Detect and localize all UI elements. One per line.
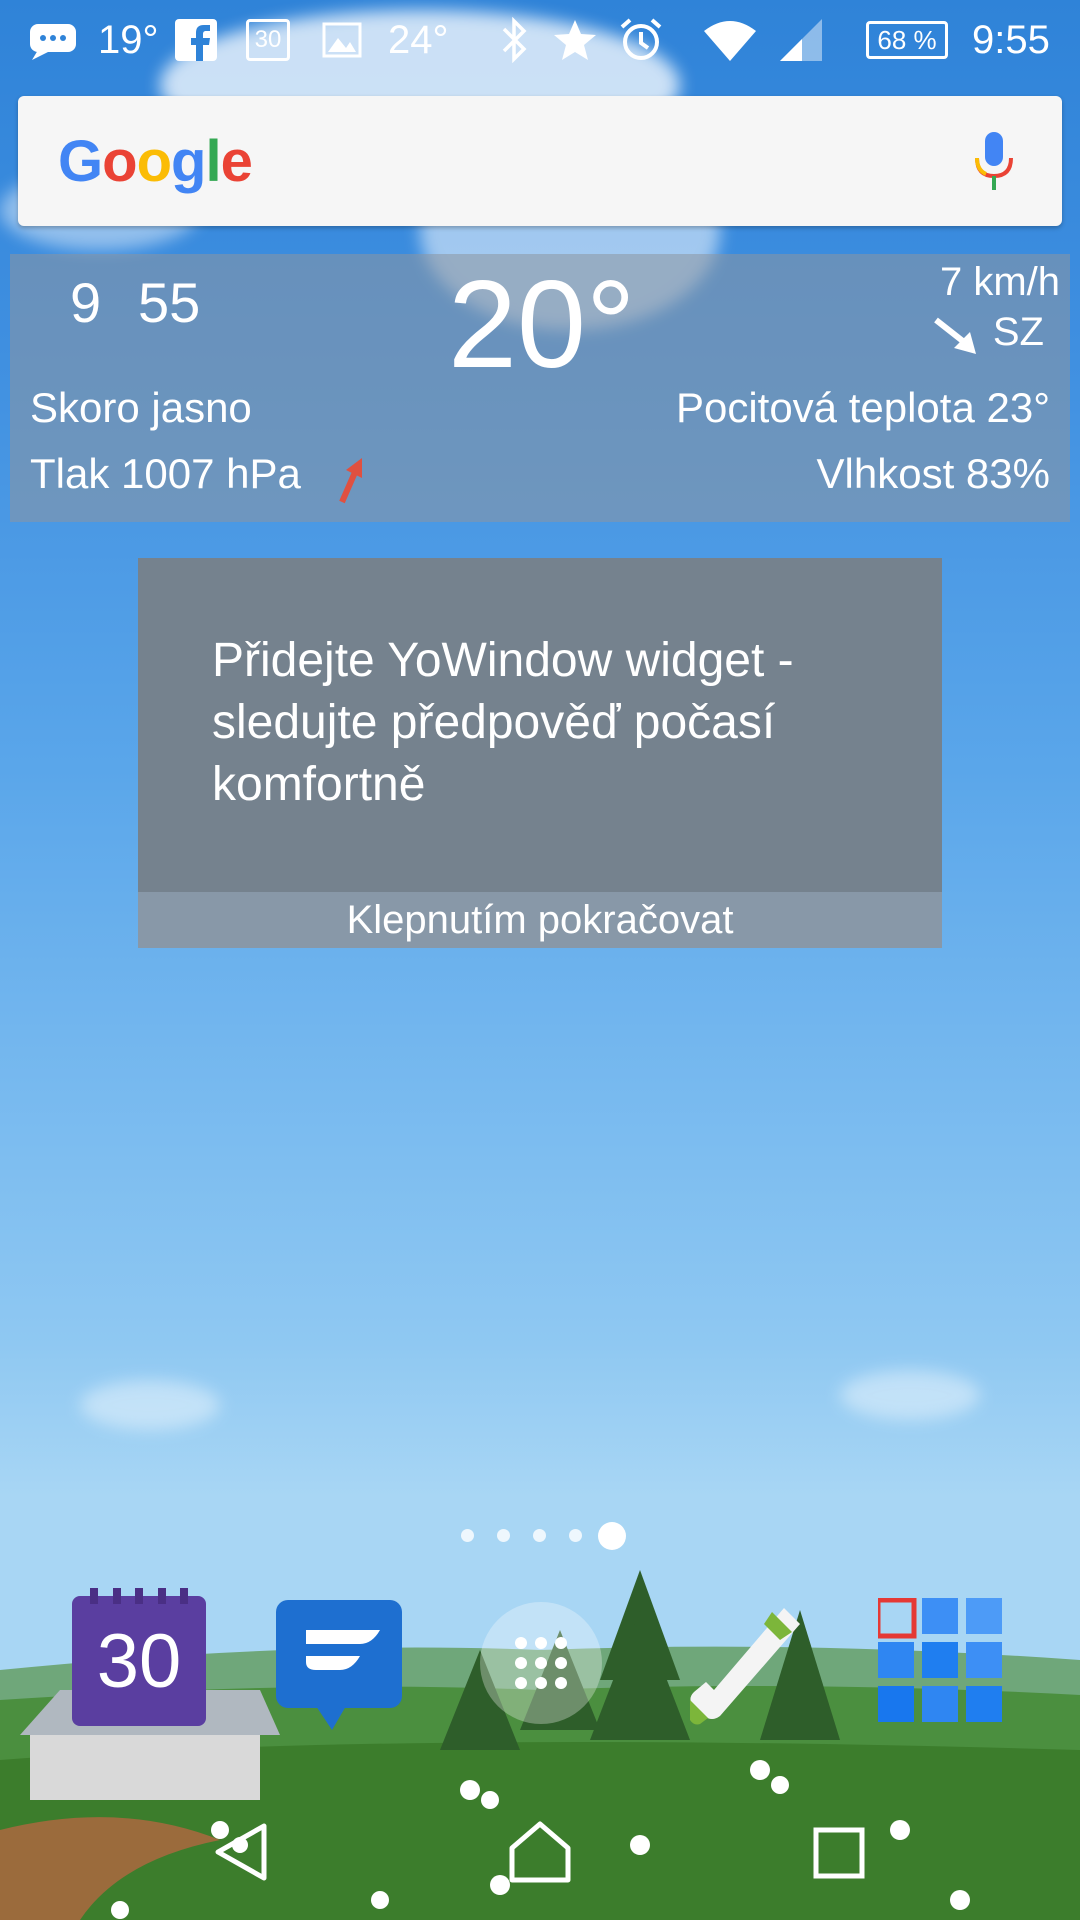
promo-message: Přidejte YoWindow widget - sledujte před… [212,634,794,811]
feels-like: Pocitová teplota 23° [675,384,1050,431]
bluetooth-icon [500,14,530,66]
calendar-day: 30 [246,19,290,61]
star-icon [552,14,598,66]
wind-arrow-icon [932,316,978,361]
pressure-trend-icon [336,456,366,509]
wind-direction: SZ [992,310,1044,354]
cloud [80,1380,220,1430]
wind-speed: 7 km/h [939,260,1060,304]
temp-left: 19° [98,17,159,62]
page-dot-active[interactable] [598,1522,626,1550]
page-dot[interactable] [497,1529,510,1542]
album-app-icon[interactable] [875,1597,1008,1733]
continue-button[interactable]: Klepnutím pokračovat [138,892,942,948]
page-dot[interactable] [569,1529,582,1542]
cloud [840,1370,980,1420]
app-drawer-button[interactable] [480,1602,602,1724]
weather-widget[interactable]: 9 55 20° 7 km/h SZ Skoro jasno Pocitová … [10,254,1070,522]
pressure: Tlak 1007 hPa [30,450,301,497]
facebook-icon [175,14,217,66]
battery-level: 68 % [866,21,948,59]
calendar-app-icon[interactable]: 30 [72,1588,206,1726]
clock: 9:55 [972,17,1050,62]
page-indicator [0,1520,1080,1550]
signal-icon [778,14,824,66]
chat-icon [28,14,78,66]
phone-app-icon[interactable] [684,1604,804,1733]
google-logo: Google [58,129,253,194]
weather-condition: Skoro jasno [30,384,252,431]
page-dot[interactable] [461,1529,474,1542]
status-bar: 19° 30 24° 68 % 9:55 [0,0,1080,80]
weather-minute: 55 [138,271,201,334]
battery-icon: 68 % [866,14,948,66]
recents-button[interactable] [812,1826,866,1885]
image-icon [322,14,362,66]
yowindow-promo[interactable]: Přidejte YoWindow widget - sledujte před… [138,558,942,948]
alarm-icon [618,14,664,66]
microphone-icon[interactable] [972,130,1016,199]
google-search-bar[interactable]: Google [18,96,1062,226]
promo-box: Přidejte YoWindow widget - sledujte před… [138,558,942,892]
home-button[interactable] [506,1820,574,1889]
page-dot[interactable] [533,1529,546,1542]
wifi-icon [700,14,760,66]
temp-right: 24° [388,17,449,62]
weather-temperature: 20° [448,256,636,394]
weather-hour: 9 [70,271,102,334]
calendar-app-day: 30 [96,1619,182,1704]
back-button[interactable] [210,1820,274,1889]
calendar-icon: 30 [246,14,290,66]
humidity: Vlhkost 83% [816,450,1050,497]
messaging-app-icon[interactable] [276,1600,406,1737]
